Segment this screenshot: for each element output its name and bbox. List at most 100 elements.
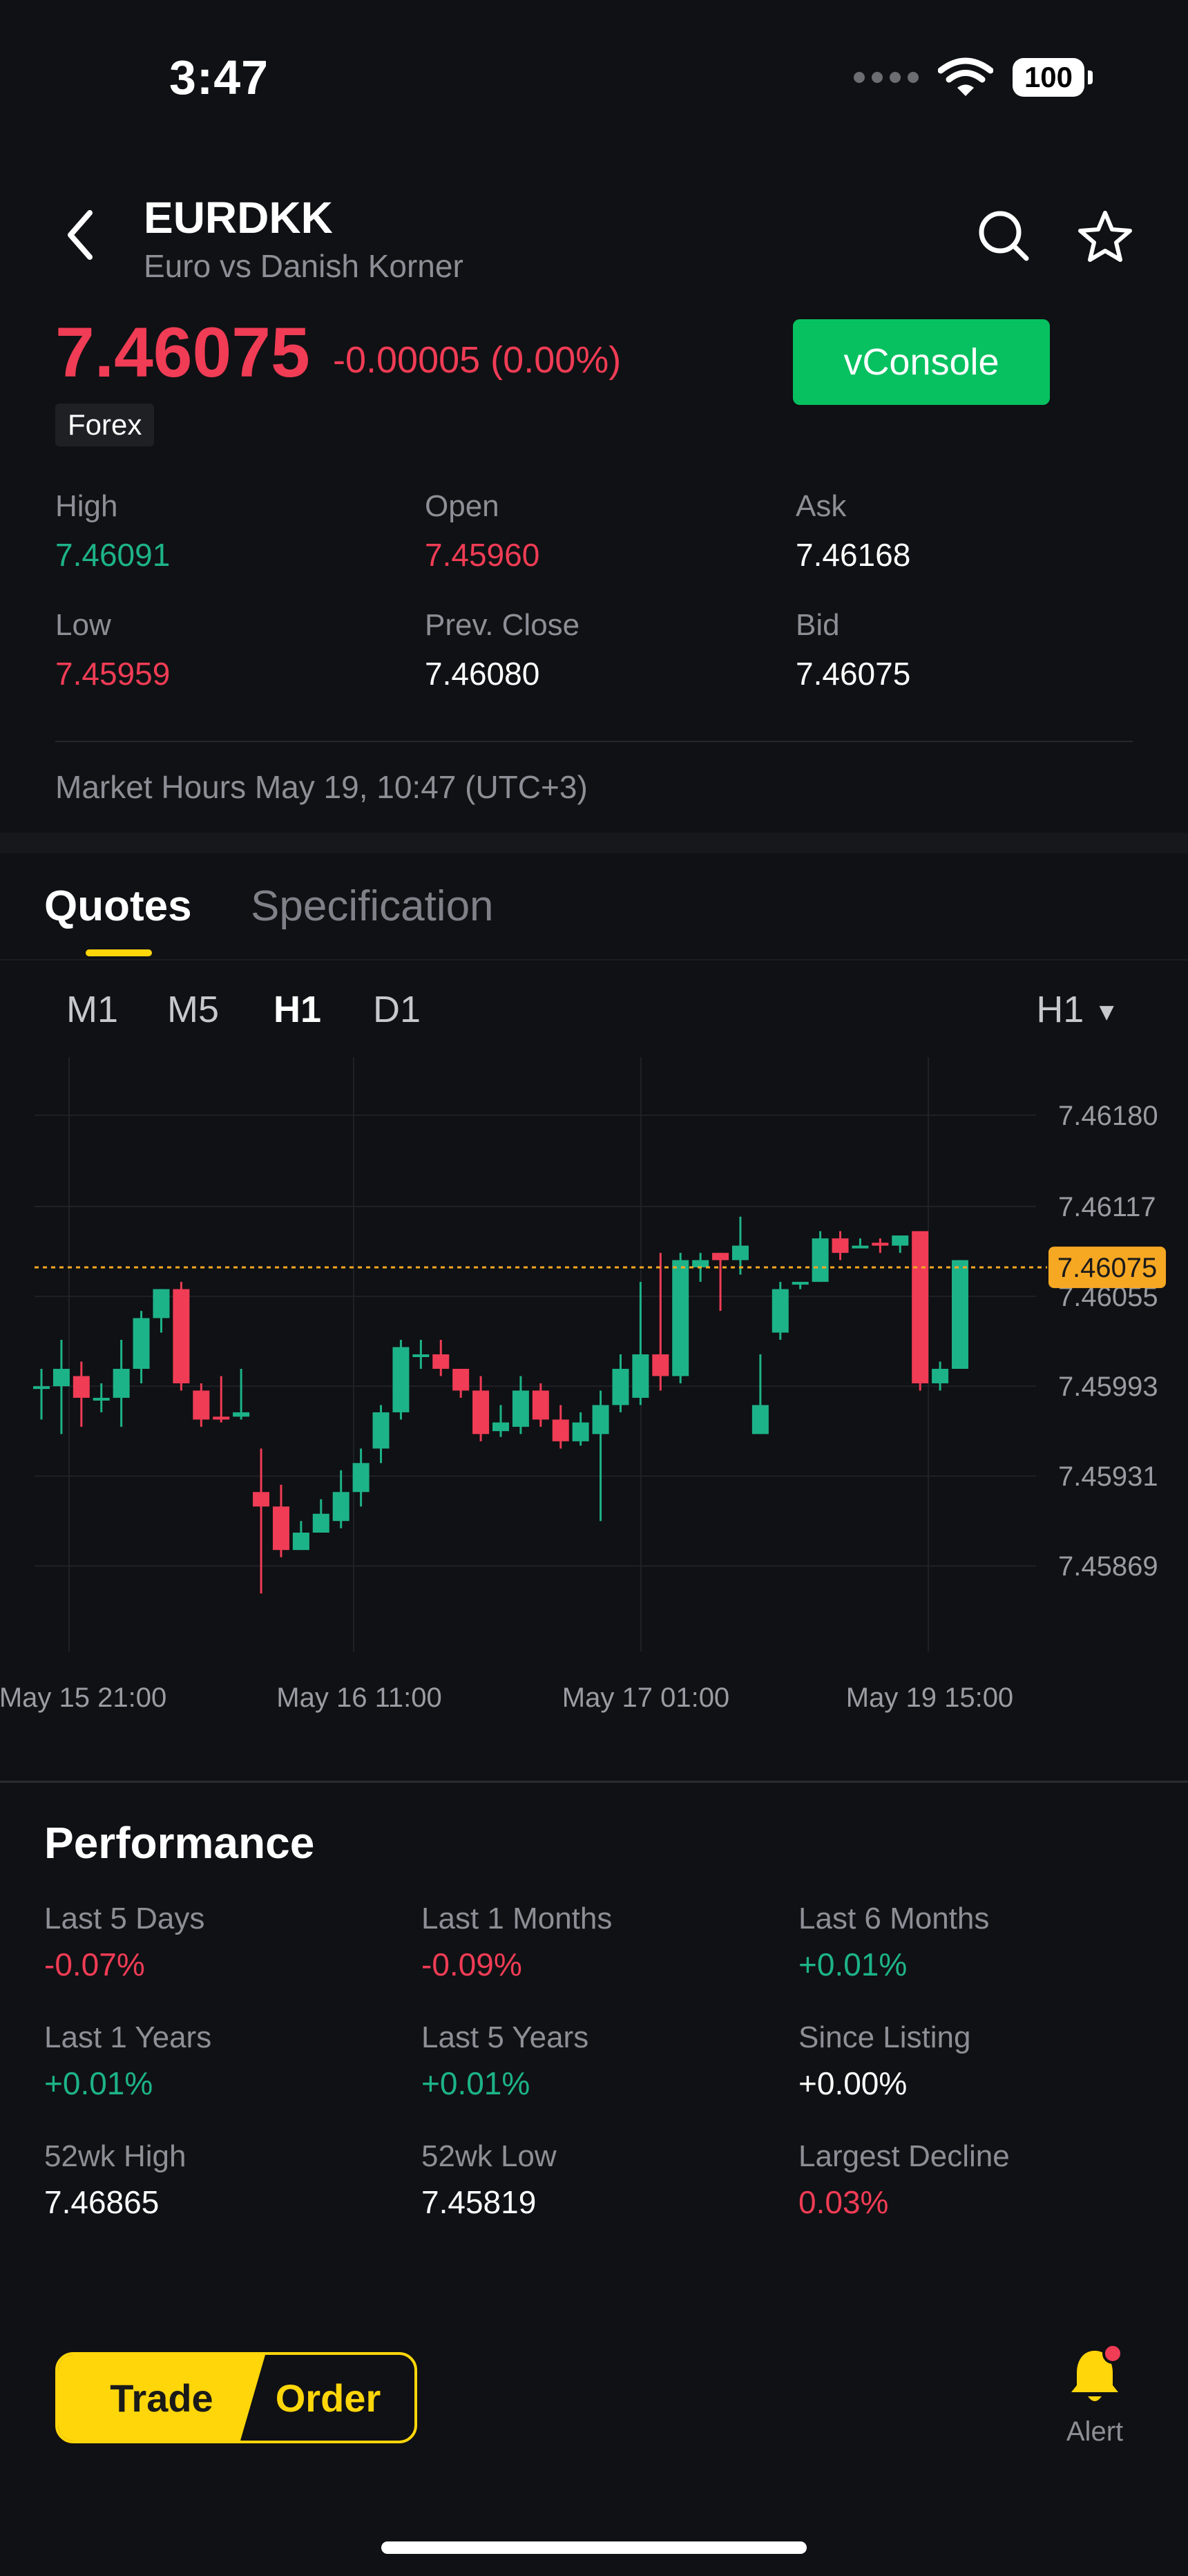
current-price: 7.46075 — [55, 313, 310, 392]
x-tick-label: May 17 01:00 — [562, 1683, 729, 1713]
candle-body — [412, 1354, 430, 1357]
caret-down-icon: ▼ — [1094, 997, 1119, 1026]
candle-body — [692, 1260, 709, 1268]
favorite-star-icon[interactable] — [1077, 209, 1133, 264]
home-indicator — [381, 2541, 807, 2554]
candle-body — [133, 1318, 150, 1369]
candle-body — [113, 1368, 130, 1398]
candle-body — [672, 1260, 689, 1376]
candle-body — [93, 1397, 110, 1401]
candle-body — [392, 1347, 410, 1412]
status-time: 3:47 — [169, 50, 269, 104]
performance-item: Last 1 Months -0.09% — [421, 1902, 612, 1983]
x-tick-label: May 19 15:00 — [846, 1683, 1013, 1713]
y-tick-label: 7.46180 — [1058, 1101, 1158, 1131]
performance-label: Since Listing — [798, 2020, 971, 2054]
performance-label: Last 6 Months — [798, 1902, 990, 1935]
performance-value: +0.01% — [44, 2065, 153, 2101]
price-change: -0.00005 (0.00%) — [333, 339, 622, 381]
performance-title: Performance — [44, 1818, 315, 1868]
asset-class-tag: Forex — [55, 404, 155, 446]
order-button[interactable]: Order — [228, 2355, 414, 2441]
y-tick-label: 7.45993 — [1058, 1372, 1158, 1402]
symbol-subtitle: Euro vs Danish Korner — [144, 248, 463, 284]
candle-body — [432, 1354, 450, 1369]
stat-label: Prev. Close — [425, 608, 580, 642]
performance-value: 7.45819 — [421, 2184, 537, 2220]
candlestick-chart[interactable]: 7.461807.461177.460557.459937.459317.458… — [0, 1057, 1188, 1748]
candle-body — [612, 1368, 629, 1405]
chart-bottom-divider — [0, 1781, 1188, 1783]
timeframe-m1[interactable]: M1 — [66, 988, 118, 1031]
x-tick-label: May 15 21:00 — [0, 1683, 166, 1713]
candle-body — [552, 1419, 569, 1441]
stat-label: High — [55, 489, 118, 523]
tab-quotes[interactable]: Quotes — [44, 882, 192, 931]
performance-item: Largest Decline 0.03% — [798, 2139, 1010, 2221]
performance-value: -0.07% — [44, 1947, 145, 1982]
stat-value: 7.45959 — [55, 656, 171, 692]
candle-body — [352, 1463, 370, 1493]
candle-body — [33, 1386, 50, 1390]
performance-item: Last 6 Months +0.01% — [798, 1902, 989, 1983]
search-icon[interactable] — [977, 209, 1032, 264]
tab-specification[interactable]: Specification — [251, 882, 494, 931]
x-tick-label: May 16 11:00 — [276, 1683, 441, 1713]
performance-label: Last 1 Years — [44, 2020, 212, 2054]
bell-icon — [1071, 2343, 1123, 2401]
stat-open: Open 7.45960 — [425, 489, 539, 574]
timeframe-dropdown[interactable]: H1 ▼ — [1036, 988, 1119, 1031]
performance-label: 52wk Low — [421, 2139, 557, 2173]
timeframe-d1[interactable]: D1 — [373, 988, 421, 1031]
performance-item: Since Listing +0.00% — [798, 2020, 970, 2102]
candle-body — [153, 1289, 170, 1318]
candle-body — [952, 1260, 968, 1369]
symbol-title: EURDKK — [144, 193, 333, 243]
y-tick-label: 7.45931 — [1058, 1461, 1158, 1492]
candle-body — [452, 1368, 470, 1391]
vconsole-button[interactable]: vConsole — [793, 319, 1050, 405]
y-tick-label: 7.45869 — [1058, 1551, 1158, 1582]
candle-body — [512, 1390, 529, 1427]
candle-body — [492, 1422, 509, 1432]
stat-value: 7.46091 — [55, 537, 171, 573]
candle-body — [832, 1238, 849, 1253]
performance-value: -0.09% — [421, 1947, 522, 1982]
divider — [55, 741, 1133, 742]
candle-body — [932, 1368, 949, 1383]
candle-body — [751, 1405, 769, 1434]
performance-value: +0.01% — [421, 2065, 530, 2101]
candle-body — [193, 1390, 210, 1420]
candle-body — [472, 1390, 490, 1434]
performance-item: Last 5 Days -0.07% — [44, 1902, 204, 1983]
candle-body — [173, 1289, 190, 1383]
timeframe-dropdown-label: H1 — [1036, 989, 1084, 1030]
stat-high: High 7.46091 — [55, 489, 170, 574]
candle-body — [52, 1368, 70, 1387]
stat-label: Low — [55, 608, 111, 642]
timeframe-m5[interactable]: M5 — [167, 988, 219, 1031]
y-tick-label: 7.46117 — [1058, 1192, 1156, 1222]
candle-body — [332, 1492, 349, 1522]
performance-label: Last 1 Months — [421, 1902, 613, 1935]
back-chevron-icon[interactable] — [64, 207, 98, 263]
tab-divider — [0, 959, 1188, 960]
candle-body — [712, 1253, 729, 1260]
candle-body — [592, 1405, 609, 1434]
cellular-icon — [854, 72, 919, 83]
candle-body — [312, 1513, 329, 1533]
candle-body — [812, 1238, 829, 1282]
candle-body — [213, 1417, 230, 1420]
status-icons: 100 — [852, 57, 1093, 98]
alert-button[interactable]: Alert — [1050, 2342, 1140, 2447]
timeframe-h1[interactable]: H1 — [274, 988, 321, 1031]
performance-value: +0.01% — [798, 1947, 908, 1982]
candle-body — [792, 1282, 809, 1285]
performance-label: Last 5 Years — [421, 2020, 589, 2054]
performance-label: 52wk High — [44, 2139, 186, 2173]
stat-value: 7.46080 — [425, 656, 540, 692]
stat-value: 7.46168 — [796, 537, 911, 573]
stat-bid: Bid 7.46075 — [796, 608, 910, 692]
candle-body — [892, 1235, 909, 1246]
performance-value: 0.03% — [798, 2184, 889, 2220]
